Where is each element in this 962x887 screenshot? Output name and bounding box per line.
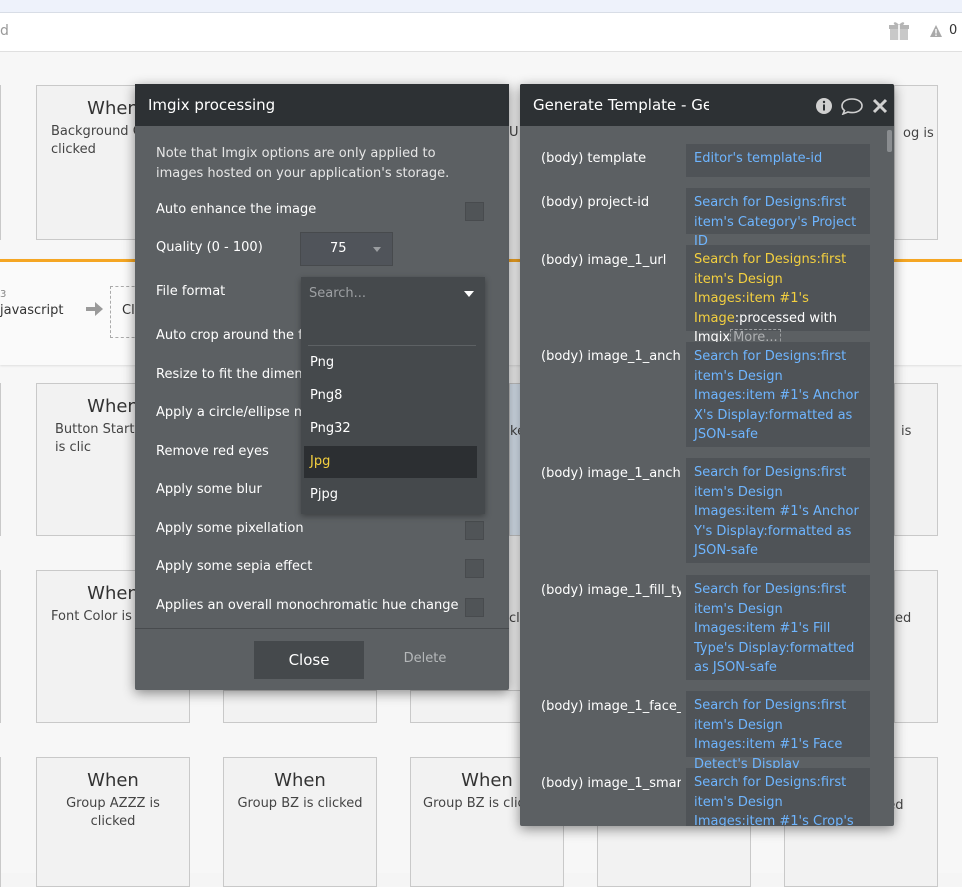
param-value[interactable]: Search for Designs:first item's Design I… [686, 245, 870, 346]
step-label: 3 [0, 289, 7, 300]
dropdown-search-input[interactable]: Search... [309, 286, 366, 301]
event-card[interactable] [223, 690, 377, 723]
option-circle-mask: Apply a circle/ellipse ma [156, 405, 315, 420]
warning-icon[interactable] [929, 24, 943, 38]
param-value[interactable]: Search for Designs:first item's Design I… [686, 342, 870, 447]
chevron-down-icon [373, 247, 381, 252]
dropdown-option-pjpg[interactable]: Pjpg [304, 479, 477, 511]
option-resize: Resize to fit the dimens [156, 367, 310, 382]
param-value[interactable]: Search for Designs:first item's Design I… [686, 458, 870, 563]
param-label: (body) template [541, 151, 647, 166]
param-value[interactable]: Search for Designs:first item's Design I… [686, 768, 870, 826]
param-label: (body) image_1_smart [541, 776, 681, 791]
card-partial-label: is [901, 424, 912, 439]
card-partial-label: U [509, 125, 519, 140]
topbar-left-text: d [0, 23, 9, 39]
event-card-edge[interactable] [0, 570, 1, 723]
comment-icon[interactable] [841, 97, 863, 115]
delete-button[interactable]: Delete [397, 651, 453, 666]
sepia-checkbox[interactable] [465, 559, 484, 578]
editor-topbar: d 0 [0, 13, 962, 52]
card-partial-label: og is [903, 126, 934, 141]
file-format-dropdown[interactable]: Search... Png Png8 Png32 Jpg Pjpg [301, 277, 485, 514]
monochrome-checkbox[interactable] [465, 598, 484, 617]
add-action-label: Cl [122, 303, 135, 318]
param-value-text: Search for Designs:first item's Category… [694, 195, 857, 249]
imgix-note: Note that Imgix options are only applied… [156, 146, 450, 181]
panel-title: Generate Template - Ger [533, 96, 709, 114]
close-icon[interactable] [871, 97, 889, 115]
param-value-text: Search for Designs:first item's Design I… [694, 698, 847, 772]
option-quality: Quality (0 - 100) [156, 240, 263, 255]
dropdown-option-jpg[interactable]: Jpg [304, 446, 477, 478]
param-value[interactable]: Search for Designs:first item's Category… [686, 188, 870, 249]
dropdown-option-png[interactable]: Png [304, 347, 477, 379]
event-card-edge[interactable]: is [894, 383, 938, 536]
gift-icon[interactable] [888, 19, 910, 41]
close-button[interactable]: Close [254, 641, 364, 679]
option-auto-enhance: Auto enhance the image [156, 202, 317, 217]
card-when: When [274, 770, 326, 791]
option-sepia: Apply some sepia effect [156, 559, 313, 574]
dropdown-option-png8[interactable]: Png8 [304, 380, 477, 412]
param-value-text: Search for Designs:first item's Design I… [694, 349, 859, 442]
card-partial-label: ed [895, 611, 912, 626]
panel-title: Imgix processing [135, 84, 509, 126]
event-card[interactable] [597, 824, 751, 887]
param-value-text: Editor's template-id [694, 151, 823, 166]
event-card[interactable] [410, 690, 521, 723]
card-when: When [87, 770, 139, 791]
card-label: Group AZZZ is clicked [66, 796, 160, 829]
option-auto-crop: Auto crop around the fa [156, 328, 311, 343]
param-value[interactable]: Search for Designs:first item's Design I… [686, 691, 870, 772]
event-card-edge[interactable] [0, 85, 1, 240]
option-blur: Apply some blur [156, 482, 262, 497]
event-card-edge[interactable]: ed [894, 570, 938, 723]
param-label: (body) image_1_ancho [541, 349, 681, 364]
info-icon[interactable] [815, 97, 833, 115]
param-label: (body) image_1_fill_ty [541, 583, 681, 598]
divider [135, 628, 509, 629]
quality-select[interactable]: 75 [300, 232, 393, 266]
param-label: (body) project-id [541, 195, 650, 210]
event-card-edge[interactable] [0, 383, 1, 536]
option-red-eyes: Remove red eyes [156, 444, 269, 459]
scrollbar[interactable] [887, 130, 892, 152]
param-label: (body) image_1_face_ [541, 699, 681, 714]
chevron-down-icon[interactable] [464, 291, 474, 297]
quality-value: 75 [330, 241, 347, 256]
option-file-format: File format [156, 284, 226, 299]
panel-header: Generate Template - Ger [520, 84, 894, 126]
dropdown-option-png32[interactable]: Png32 [304, 413, 477, 445]
arrow-right-icon [86, 302, 103, 316]
issue-count: 0 [949, 23, 958, 38]
generate-template-panel: Generate Template - Ger (body) template … [520, 84, 894, 826]
param-label: (body) image_1_ancho [541, 466, 681, 481]
event-card[interactable]: When Group AZZZ is clicked [36, 757, 190, 887]
option-monochrome: Applies an overall monochromatic hue cha… [156, 598, 459, 613]
param-label: (body) image_1_url [541, 253, 667, 268]
event-card-edge[interactable] [0, 757, 1, 887]
auto-enhance-checkbox[interactable] [465, 202, 484, 221]
browser-top-strip [0, 0, 962, 13]
param-value-text: Search for Designs:first item's Design I… [694, 582, 855, 675]
card-label: Group BZ is clicked [237, 796, 363, 811]
param-value[interactable]: Search for Designs:first item's Design I… [686, 575, 870, 680]
pixellation-checkbox[interactable] [465, 521, 484, 540]
param-value-text: Search for Designs:first item's Design I… [694, 465, 859, 558]
param-value[interactable]: Editor's template-id [686, 144, 870, 177]
option-pixellation: Apply some pixellation [156, 521, 304, 536]
param-value-text: Search for Designs:first item's Design I… [694, 775, 854, 826]
action-label[interactable]: javascript [0, 303, 63, 318]
event-card-edge[interactable]: og is [894, 85, 938, 240]
divider [308, 345, 476, 346]
event-card[interactable]: When Group BZ is clicked [223, 757, 377, 887]
